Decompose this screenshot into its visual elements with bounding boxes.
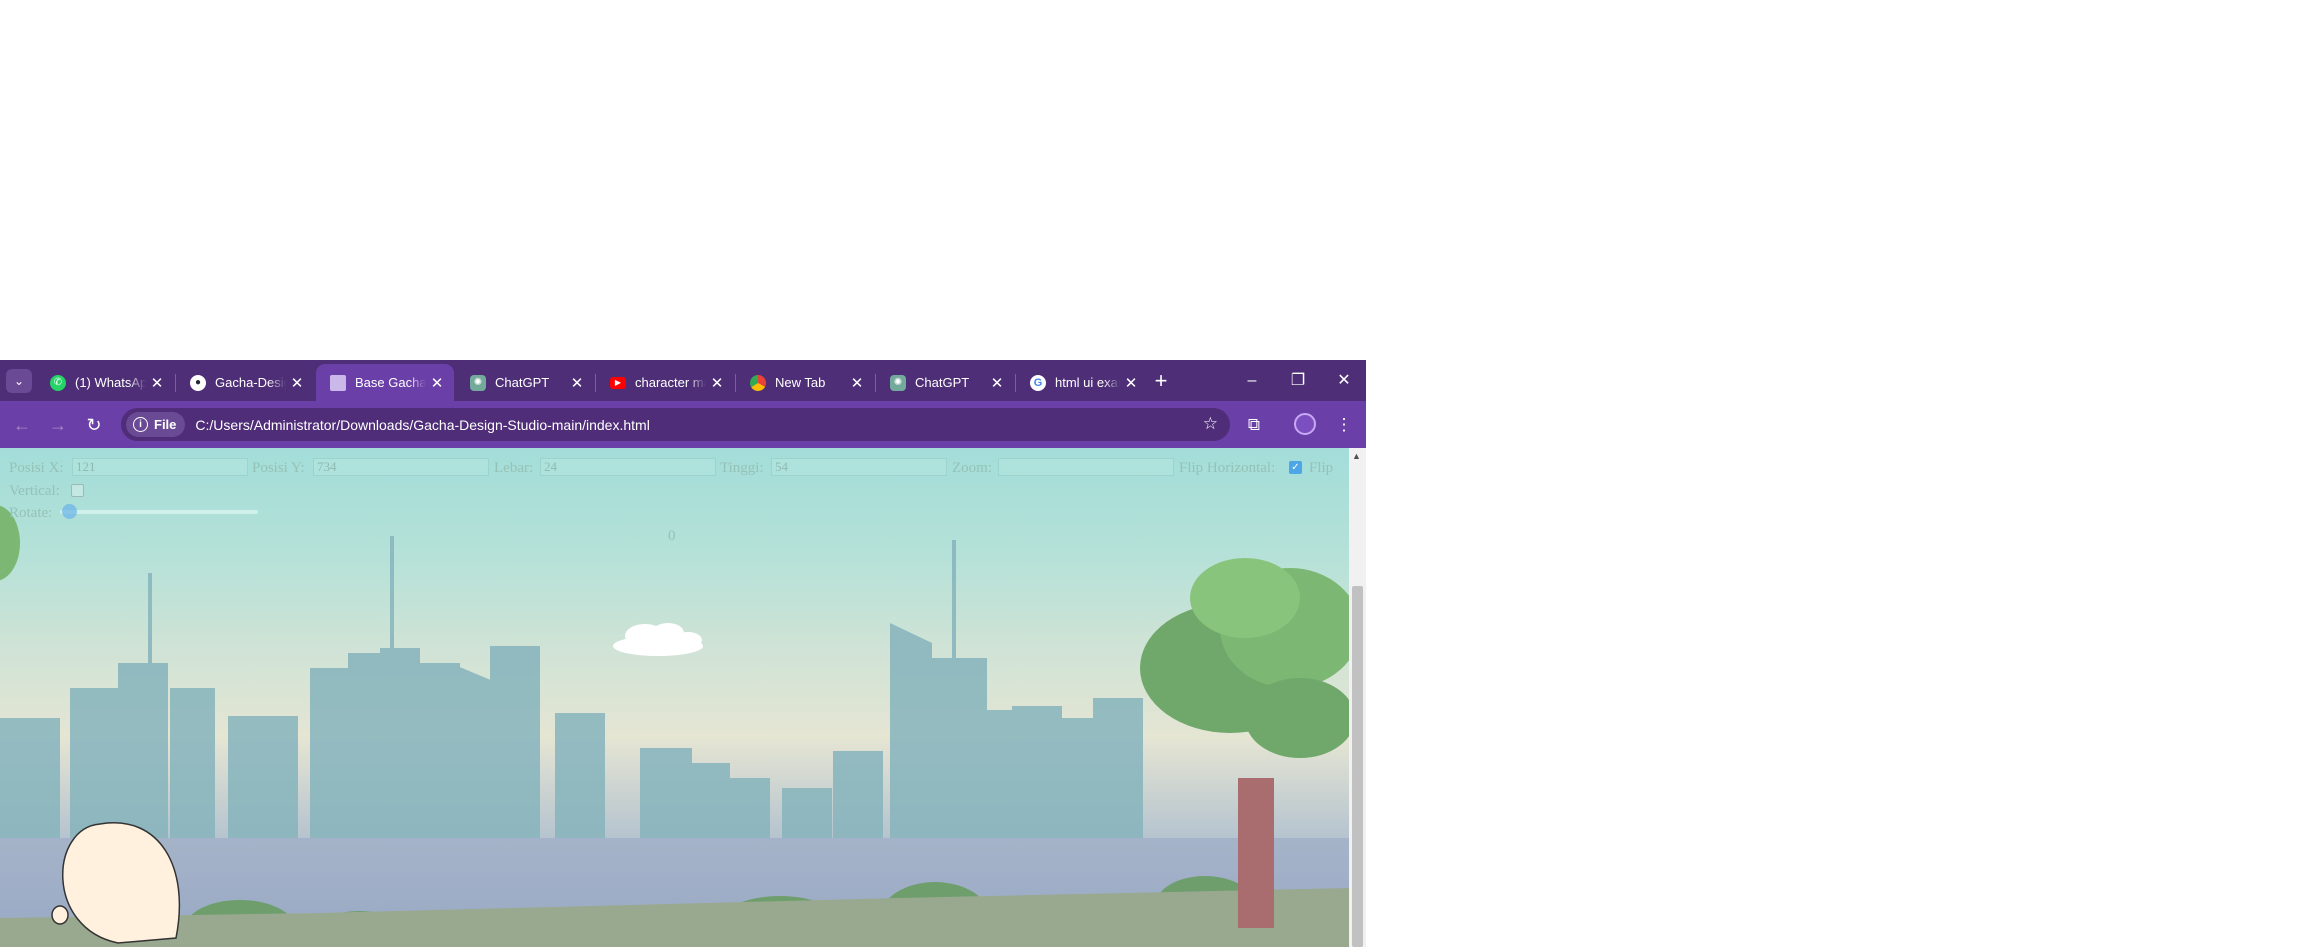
flip-horizontal-label: Flip Horizontal: — [1179, 460, 1276, 476]
tab-chatgpt-2[interactable]: ✺ ChatGPT ✕ — [876, 364, 1014, 401]
new-tab-button[interactable]: + — [1148, 368, 1174, 394]
cloud — [613, 623, 703, 656]
openai-icon: ✺ — [890, 374, 906, 391]
browser-toolbar: ← → ↻ i File C:/Users/Administrator/Down… — [0, 401, 1366, 448]
close-icon[interactable]: ✕ — [986, 374, 1008, 392]
restore-button[interactable]: ❐ — [1278, 368, 1318, 394]
flip-vertical-label: Flip — [1309, 460, 1334, 476]
tab-title: ChatGPT — [495, 375, 550, 390]
rotate-label: Rotate: — [9, 505, 53, 521]
tab-google[interactable]: G html ui examples ✕ — [1016, 364, 1148, 401]
forward-arrow-icon: → — [49, 415, 67, 435]
height-input[interactable]: 54 — [771, 458, 947, 476]
zoom-label: Zoom: — [952, 460, 992, 476]
google-icon: G — [1030, 374, 1046, 391]
tab-github[interactable]: ● Gacha-Design-Studio ✕ — [176, 364, 314, 401]
flip-vertical-checkbox[interactable] — [71, 484, 84, 497]
tab-whatsapp[interactable]: ✆ (1) WhatsApp ✕ — [36, 364, 174, 401]
tab-title: New Tab — [775, 375, 826, 390]
width-input[interactable]: 24 — [540, 458, 716, 476]
address-bar[interactable]: i File C:/Users/Administrator/Downloads/… — [121, 408, 1230, 441]
page-thumbnail-icon — [330, 374, 346, 391]
scroll-up-arrow-icon[interactable]: ▲ — [1352, 451, 1361, 461]
pos-y-input[interactable]: 734 — [313, 458, 489, 476]
url-text[interactable]: C:/Users/Administrator/Downloads/Gacha-D… — [195, 417, 649, 433]
chevron-down-icon: ⌄ — [13, 374, 25, 388]
close-icon[interactable]: ✕ — [146, 374, 168, 392]
tab-strip: ⌄ ✆ (1) WhatsApp ✕ ● Gacha-Design-Studio… — [0, 360, 1366, 401]
whatsapp-icon: ✆ — [50, 374, 66, 391]
park-city-background — [0, 505, 1349, 947]
city-skyline — [0, 536, 1143, 838]
tab-title: Base Gacha Life — [355, 375, 426, 390]
vertical-scrollbar[interactable]: ▲ — [1349, 448, 1366, 947]
pos-y-label: Posisi Y: — [252, 460, 305, 476]
profile-avatar[interactable] — [1294, 413, 1316, 435]
close-icon[interactable]: ✕ — [706, 374, 728, 392]
close-icon[interactable]: ✕ — [286, 374, 308, 392]
height-label: Tinggi: — [720, 460, 764, 476]
flip-vertical-label-continued: Vertical: — [9, 483, 60, 499]
kebab-menu-icon: ⋮ — [1335, 415, 1353, 434]
restore-icon: ❐ — [1290, 372, 1306, 389]
back-arrow-icon: ← — [13, 415, 31, 435]
close-icon[interactable]: ✕ — [566, 374, 588, 392]
info-icon: i — [133, 417, 148, 432]
tab-chatgpt[interactable]: ✺ ChatGPT ✕ — [456, 364, 594, 401]
tab-title: ChatGPT — [915, 375, 970, 390]
forward-button[interactable]: → — [44, 411, 72, 439]
site-info-chip[interactable]: i File — [126, 412, 186, 437]
scrollbar-thumb[interactable] — [1352, 586, 1363, 947]
pos-x-input[interactable]: 121 — [72, 458, 248, 476]
pos-x-label: Posisi X: — [9, 460, 64, 476]
close-icon[interactable]: ✕ — [426, 374, 448, 392]
plus-icon: + — [1154, 368, 1168, 393]
tab-title: character maker — [635, 375, 706, 390]
github-icon: ● — [190, 374, 206, 391]
reload-button[interactable]: ↻ — [80, 411, 108, 439]
tab-title: html ui examples — [1055, 375, 1120, 390]
youtube-icon: ▶ — [610, 376, 626, 389]
minimize-button[interactable]: – — [1232, 368, 1272, 394]
close-icon: ✕ — [1337, 372, 1351, 389]
tab-title: Gacha-Design-Studio — [215, 375, 286, 390]
minimize-icon: – — [1247, 372, 1257, 389]
tab-title: (1) WhatsApp — [75, 375, 146, 390]
close-icon[interactable]: ✕ — [846, 374, 868, 392]
rotate-slider-thumb[interactable] — [62, 504, 77, 519]
tab-youtube[interactable]: ▶ character maker ✕ — [596, 364, 734, 401]
chrome-icon — [750, 374, 766, 391]
browser-window: ⌄ ✆ (1) WhatsApp ✕ ● Gacha-Design-Studio… — [0, 360, 1366, 947]
zoom-input[interactable] — [998, 458, 1174, 476]
rotation-value: 0 — [668, 528, 676, 544]
puzzle-icon: ⧉ — [1247, 415, 1261, 434]
back-button[interactable]: ← — [8, 411, 36, 439]
close-icon[interactable]: ✕ — [1120, 374, 1142, 392]
extensions-button[interactable]: ⧉ — [1240, 411, 1268, 439]
site-info-label: File — [154, 417, 177, 432]
openai-icon: ✺ — [470, 374, 486, 391]
tab-new-tab[interactable]: New Tab ✕ — [736, 364, 874, 401]
flip-horizontal-checkbox[interactable]: ✓ — [1289, 461, 1302, 474]
reload-icon: ↻ — [86, 415, 102, 435]
width-label: Lebar: — [494, 460, 534, 476]
browser-menu-button[interactable]: ⋮ — [1330, 411, 1358, 439]
rotate-slider-track[interactable] — [60, 510, 258, 514]
close-window-button[interactable]: ✕ — [1324, 368, 1364, 394]
tab-base-gacha[interactable]: Base Gacha Life ✕ — [316, 364, 454, 401]
page-viewport: Posisi X: 121 Posisi Y: 734 Lebar: 24 Ti… — [0, 448, 1349, 947]
tab-search-button[interactable]: ⌄ — [6, 369, 32, 393]
bookmark-star-icon[interactable]: ☆ — [1203, 414, 1218, 434]
